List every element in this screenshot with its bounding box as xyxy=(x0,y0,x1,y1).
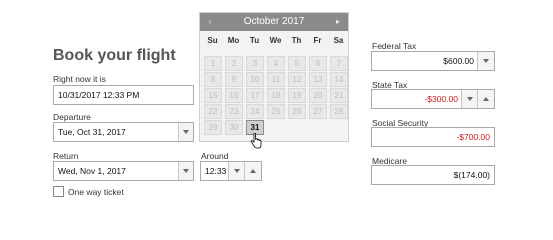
chevron-left-icon[interactable]: ‹ xyxy=(202,13,218,31)
weekday-header: Sa xyxy=(333,36,344,45)
around-value: 12:33 xyxy=(205,166,227,176)
calendar-day[interactable]: 7 xyxy=(330,56,348,71)
page-title: Book your flight xyxy=(53,47,176,64)
calendar-day[interactable]: 1 xyxy=(204,56,222,71)
now-field[interactable]: 10/31/2017 12:33 PM xyxy=(53,85,194,105)
calendar-day[interactable]: 21 xyxy=(330,88,348,103)
medicare-input[interactable]: $(174.00) xyxy=(371,165,495,185)
calendar-day[interactable]: 8 xyxy=(204,72,222,87)
calendar-day[interactable]: 30 xyxy=(225,120,243,135)
weekday-header: Mo xyxy=(227,36,240,45)
federal-tax-value: $600.00 xyxy=(443,56,474,66)
social-security-input[interactable]: -$700.00 xyxy=(371,127,495,147)
calendar-day[interactable]: 24 xyxy=(246,104,264,119)
departure-select[interactable]: Tue, Oct 31, 2017 xyxy=(53,122,194,142)
calendar-day[interactable]: 3 xyxy=(246,56,264,71)
return-select[interactable]: Wed, Nov 1, 2017 xyxy=(53,161,194,181)
return-label: Return xyxy=(53,151,79,161)
federal-tax-input[interactable]: $600.00 xyxy=(371,51,495,71)
now-value: 10/31/2017 12:33 PM xyxy=(58,90,140,100)
date-picker-calendar: ‹ October 2017 ▸ Su Mo Tu We Th Fr Sa 1 2 3 4 5 6 7 8 9… xyxy=(199,12,349,142)
calendar-day[interactable]: 17 xyxy=(246,88,264,103)
federal-tax-label: Federal Tax xyxy=(372,41,417,51)
weekday-header: Tu xyxy=(249,36,260,45)
calendar-day[interactable]: 5 xyxy=(288,56,306,71)
one-way-label: One way ticket xyxy=(68,187,124,197)
state-tax-input[interactable]: -$300.00 xyxy=(371,89,495,109)
around-label: Around xyxy=(201,151,229,161)
decrement-icon[interactable] xyxy=(461,90,478,108)
chevron-down-icon[interactable] xyxy=(477,52,494,70)
calendar-day[interactable]: 22 xyxy=(204,104,222,119)
medicare-value: $(174.00) xyxy=(453,170,490,180)
calendar-day[interactable]: 11 xyxy=(267,72,285,87)
calendar-day[interactable]: 9 xyxy=(225,72,243,87)
weekday-header: Fr xyxy=(313,36,322,45)
calendar-day[interactable]: 13 xyxy=(309,72,327,87)
state-tax-value: -$300.00 xyxy=(424,94,458,104)
calendar-day[interactable]: 18 xyxy=(267,88,285,103)
departure-label: Departure xyxy=(53,112,91,122)
departure-value: Tue, Oct 31, 2017 xyxy=(58,127,126,137)
chevron-right-icon[interactable]: ▸ xyxy=(330,13,346,31)
return-value: Wed, Nov 1, 2017 xyxy=(58,166,126,176)
weekday-header: Su xyxy=(207,36,218,45)
calendar-day[interactable]: 29 xyxy=(204,120,222,135)
calendar-month: October 2017 xyxy=(243,16,305,27)
weekday-header: We xyxy=(269,36,282,45)
calendar-day[interactable]: 15 xyxy=(204,88,222,103)
calendar-day[interactable]: 4 xyxy=(267,56,285,71)
hand-cursor-icon xyxy=(250,133,262,149)
calendar-header: ‹ October 2017 ▸ xyxy=(200,13,348,31)
increment-icon[interactable] xyxy=(244,162,261,180)
calendar-day[interactable]: 23 xyxy=(225,104,243,119)
calendar-day[interactable]: 19 xyxy=(288,88,306,103)
calendar-day[interactable]: 28 xyxy=(330,104,348,119)
social-security-value: -$700.00 xyxy=(456,132,490,142)
calendar-day[interactable]: 12 xyxy=(288,72,306,87)
calendar-day[interactable]: 26 xyxy=(288,104,306,119)
around-time-input[interactable]: 12:33 xyxy=(200,161,262,181)
calendar-day[interactable]: 27 xyxy=(309,104,327,119)
calendar-day[interactable]: 14 xyxy=(330,72,348,87)
chevron-down-icon[interactable] xyxy=(178,162,193,180)
calendar-day[interactable]: 20 xyxy=(309,88,327,103)
decrement-icon[interactable] xyxy=(228,162,245,180)
calendar-day[interactable]: 6 xyxy=(309,56,327,71)
now-label: Right now it is xyxy=(53,74,106,84)
calendar-day[interactable]: 2 xyxy=(225,56,243,71)
weekday-header: Th xyxy=(291,36,302,45)
calendar-day[interactable]: 16 xyxy=(225,88,243,103)
calendar-day[interactable]: 10 xyxy=(246,72,264,87)
one-way-checkbox[interactable] xyxy=(53,186,64,197)
calendar-day[interactable]: 25 xyxy=(267,104,285,119)
increment-icon[interactable] xyxy=(477,90,494,108)
chevron-down-icon[interactable] xyxy=(178,123,193,141)
